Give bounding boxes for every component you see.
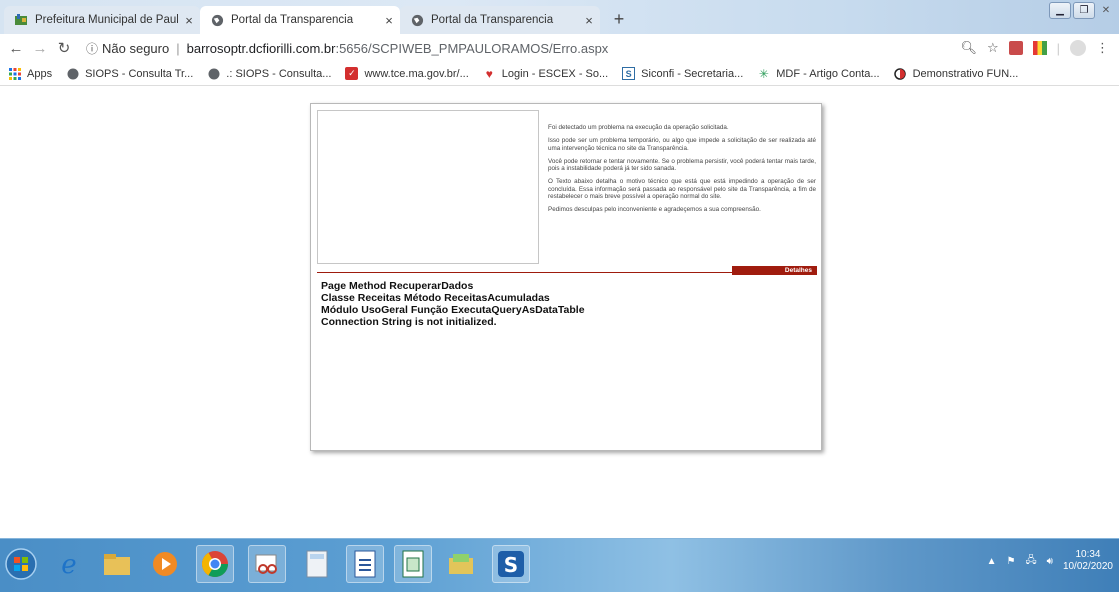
bookmark-star-icon[interactable]: ☆	[987, 40, 999, 56]
error-message-paragraph: Você pode retornar e tentar novamente. S…	[548, 157, 816, 173]
address-separator: |	[176, 40, 180, 56]
apps-grid-icon	[8, 67, 21, 80]
globe-icon	[410, 13, 424, 27]
svg-text:S: S	[504, 553, 518, 577]
window-controls: ▁ ❐ ✕	[1049, 2, 1115, 19]
forward-arrow-icon[interactable]: →	[28, 40, 52, 57]
bookmark-label: .: SIOPS - Consulta...	[226, 67, 332, 80]
chrome-icon[interactable]	[196, 545, 234, 583]
error-message-text: Foi detectado um problema na execução da…	[548, 124, 816, 220]
show-hidden-icons[interactable]: ▲	[987, 556, 997, 567]
toolbar-right-icons: 🔍︎ ☆ | ⋮	[960, 40, 1109, 56]
details-line: Page Method RecuperarDados	[321, 280, 474, 292]
page-content: Foi detectado um problema na execução da…	[0, 86, 1119, 538]
globe-icon	[66, 67, 79, 80]
snipping-tool-icon[interactable]	[248, 545, 286, 583]
mdf-icon: ✳	[758, 66, 769, 81]
browser-toolbar: ← → ↻ ⓘ Não seguro | barrosoptr.dcfioril…	[0, 34, 1119, 62]
tce-icon: ✓	[345, 67, 359, 80]
bookmark-mdf[interactable]: ✳ MDF - Artigo Conta...	[757, 66, 880, 81]
bookmarks-bar: Apps SIOPS - Consulta Tr... .: SIOPS - C…	[0, 62, 1119, 86]
back-arrow-icon[interactable]: ←	[4, 40, 28, 57]
menu-dots-icon[interactable]: ⋮	[1096, 40, 1109, 56]
network-icon[interactable]: 🖧	[1025, 553, 1036, 570]
toolbar-divider: |	[1056, 40, 1060, 56]
url-host: barrosoptr.dcfiorilli.com.br	[186, 40, 336, 56]
tab-title: Portal da Transparencia	[431, 14, 554, 26]
error-details: Page Method RecuperarDados Classe Receit…	[321, 280, 585, 328]
bookmark-siops-consulta[interactable]: SIOPS - Consulta Tr...	[66, 67, 193, 80]
word-document-icon[interactable]	[346, 545, 384, 583]
bookmark-label: MDF - Artigo Conta...	[776, 67, 880, 80]
restore-icon[interactable]: ❐	[1073, 2, 1095, 19]
tab-close-icon[interactable]: ×	[578, 13, 600, 28]
internet-explorer-icon[interactable]: e	[50, 545, 88, 583]
error-message-paragraph: O Texto abaixo detalha o motivo técnico …	[548, 178, 816, 201]
profile-avatar-icon[interactable]	[1070, 40, 1086, 56]
windows-taskbar: e S ▲ ⚑ 🖧 🔊︎ 10:34 10/02/2020	[0, 538, 1119, 592]
skype-s-icon[interactable]: S	[492, 545, 530, 583]
error-message-paragraph: Pedimos desculpas pelo inconveniente e a…	[548, 206, 761, 214]
volume-icon[interactable]: 🔊︎	[1047, 556, 1053, 567]
details-line: Módulo UsoGeral Função ExecutaQueryAsDat…	[321, 304, 585, 316]
details-tab[interactable]: Detalhes	[732, 266, 817, 275]
clock-time: 10:34	[1075, 549, 1101, 560]
tab-title: Portal da Transparencia	[231, 14, 354, 26]
bookmark-label: Apps	[27, 67, 53, 80]
minimize-icon[interactable]: ▁	[1049, 2, 1071, 19]
tab-portal-transparencia-active[interactable]: Portal da Transparencia ×	[200, 6, 400, 34]
error-panel: Foi detectado um problema na execução da…	[310, 103, 822, 451]
tab-prefeitura[interactable]: Prefeitura Municipal de Paulo Ra ×	[4, 6, 200, 34]
details-line: Classe Receitas Método ReceitasAcumulada…	[321, 292, 550, 304]
bookmark-siconfi[interactable]: S Siconfi - Secretaria...	[622, 67, 743, 80]
error-message-paragraph: Isso pode ser um problema temporário, ou…	[548, 137, 816, 152]
start-button-icon[interactable]	[2, 545, 40, 583]
globe-icon	[210, 13, 224, 27]
url-path: :5656/SCPIWEB_PMPAULORAMOS/Erro.aspx	[335, 40, 609, 56]
calculator-icon[interactable]	[298, 545, 336, 583]
heart-book-icon: ♥	[485, 66, 493, 81]
libraries-icon[interactable]	[442, 545, 480, 583]
media-player-icon[interactable]	[146, 545, 184, 583]
tab-title: Prefeitura Municipal de Paulo Ra	[35, 14, 178, 26]
info-icon[interactable]: ⓘ	[86, 40, 98, 57]
globe-icon	[207, 67, 220, 80]
close-window-icon[interactable]: ✕	[1097, 2, 1115, 19]
bookmark-apps[interactable]: Apps	[8, 67, 52, 80]
tab-close-icon[interactable]: ×	[178, 13, 200, 28]
pdf-extension-icon[interactable]	[1008, 41, 1023, 55]
reload-icon[interactable]: ↻	[52, 39, 76, 57]
bookmark-tce-ma[interactable]: ✓ www.tce.ma.gov.br/...	[345, 67, 469, 80]
new-tab-button[interactable]: +	[608, 9, 630, 29]
prefeitura-favicon-icon	[14, 13, 28, 27]
bookmark-login-escex[interactable]: ♥ Login - ESCEX - So...	[483, 66, 609, 81]
tab-close-icon[interactable]: ×	[378, 13, 400, 28]
svg-text:e: e	[61, 550, 76, 579]
bookmark-demonstrativo[interactable]: Demonstrativo FUN...	[894, 67, 1019, 80]
colorful-extension-icon[interactable]	[1032, 41, 1047, 55]
red-circle-icon	[894, 67, 907, 80]
security-label: Não seguro	[102, 40, 170, 56]
error-image-placeholder	[317, 110, 539, 264]
browser-tab-strip: Prefeitura Municipal de Paulo Ra × Porta…	[0, 0, 1119, 34]
bookmark-siops-consulta-2[interactable]: .: SIOPS - Consulta...	[207, 67, 331, 80]
file-explorer-icon[interactable]	[98, 545, 136, 583]
action-center-flag-icon[interactable]: ⚑	[1007, 556, 1016, 567]
system-tray: ▲ ⚑ 🖧 🔊︎ 10:34 10/02/2020	[987, 549, 1113, 573]
bookmark-label: Login - ESCEX - So...	[501, 67, 609, 80]
bookmark-label: Demonstrativo FUN...	[912, 67, 1019, 80]
details-line: Connection String is not initialized.	[321, 316, 497, 328]
system-clock[interactable]: 10:34 10/02/2020	[1063, 549, 1113, 573]
excel-spreadsheet-icon[interactable]	[394, 545, 432, 583]
bookmark-label: www.tce.ma.gov.br/...	[364, 67, 469, 80]
zoom-icon[interactable]: 🔍︎	[960, 40, 977, 56]
error-message-paragraph: Foi detectado um problema na execução da…	[548, 124, 729, 131]
address-bar[interactable]: ⓘ Não seguro | barrosoptr.dcfiorilli.com…	[86, 40, 960, 57]
siconfi-icon: S	[622, 67, 636, 80]
tab-portal-transparencia[interactable]: Portal da Transparencia ×	[400, 6, 600, 34]
bookmark-label: Siconfi - Secretaria...	[641, 67, 744, 80]
clock-date: 10/02/2020	[1062, 561, 1113, 572]
bookmark-label: SIOPS - Consulta Tr...	[85, 67, 194, 80]
